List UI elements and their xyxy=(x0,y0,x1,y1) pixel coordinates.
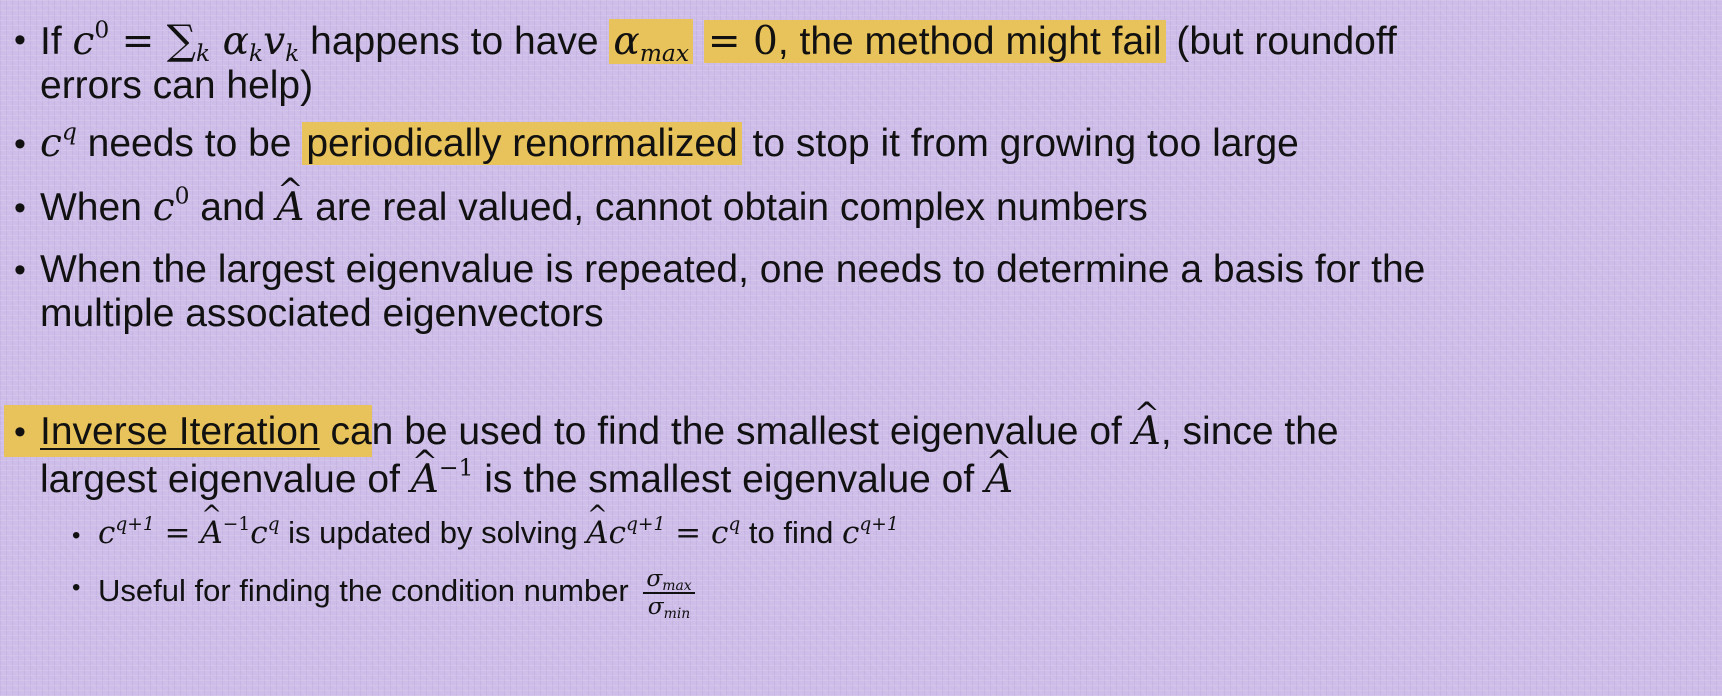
sub-bullet-2: Useful for finding the condition number … xyxy=(98,566,695,621)
text: and xyxy=(189,186,277,229)
highlight-alpha-max: αmax xyxy=(609,19,694,65)
math-condition-fraction: σmax σmin xyxy=(643,566,695,621)
text: happens to have xyxy=(299,20,610,63)
inverse-iteration-link[interactable]: Inverse Iteration xyxy=(40,410,320,453)
bullet-dot: • xyxy=(14,21,26,59)
text: to find xyxy=(740,515,842,550)
bullet-5-line-1: Inverse Iteration can be used to find th… xyxy=(40,410,1339,454)
math-c0-sum: c0 = ∑k αkvk xyxy=(72,15,300,68)
sub-bullet-1: cq+1 = A−1cq is updated by solving Acq+1… xyxy=(98,514,899,552)
math-a-hat: A xyxy=(276,186,304,230)
math-solve: Acq+1 = cq xyxy=(586,515,740,551)
bullet-dot: • xyxy=(14,413,26,451)
math-a-hat-inverse: A−1 xyxy=(411,456,474,502)
math-a-hat: A xyxy=(1133,410,1161,454)
sub-bullet-dot: • xyxy=(72,574,81,601)
bullet-dot: • xyxy=(14,189,26,227)
text: needs to be xyxy=(76,122,303,165)
text: is updated by solving xyxy=(279,515,587,550)
text: (but roundoff xyxy=(1165,20,1397,63)
text: If xyxy=(40,20,73,63)
bullet-1-line-1: If c0 = ∑k αkvk happens to have αmax = 0… xyxy=(40,15,1397,68)
bullet-1-line-2: errors can help) xyxy=(40,64,314,107)
highlight-fail: = 0, the method might fail xyxy=(703,20,1166,64)
math-cq1: cq+1 xyxy=(841,513,899,551)
text: to stop it from growing too large xyxy=(741,122,1299,165)
math-cq: cq xyxy=(40,117,77,166)
text: , since the xyxy=(1160,410,1339,453)
bullet-4-line-1: When the largest eigenvalue is repeated,… xyxy=(40,248,1426,291)
math-c0: c0 xyxy=(152,181,190,230)
slide: • If c0 = ∑k αkvk happens to have αmax =… xyxy=(0,0,1722,696)
bullet-dot: • xyxy=(14,251,26,289)
bullet-3: When c0 and A are real valued, cannot ob… xyxy=(40,181,1148,230)
bullet-2: cq needs to be periodically renormalized… xyxy=(40,117,1299,166)
bullet-4-line-2: multiple associated eigenvectors xyxy=(40,292,604,335)
text: is the smallest eigenvalue of xyxy=(473,458,986,501)
text: When xyxy=(40,186,153,229)
sub-bullet-dot: • xyxy=(72,522,81,549)
bullet-dot: • xyxy=(14,125,26,163)
math-a-hat: A xyxy=(985,458,1013,502)
bullet-5-line-2: largest eigenvalue of A−1 is the smalles… xyxy=(40,456,1013,502)
highlight-renormalized: periodically renormalized xyxy=(302,122,742,165)
math-update-rule: cq+1 = A−1cq xyxy=(98,515,279,551)
text: are real valued, cannot obtain complex n… xyxy=(304,186,1148,229)
text: largest eigenvalue of xyxy=(40,458,411,501)
text: Useful for finding the condition number xyxy=(98,572,638,608)
